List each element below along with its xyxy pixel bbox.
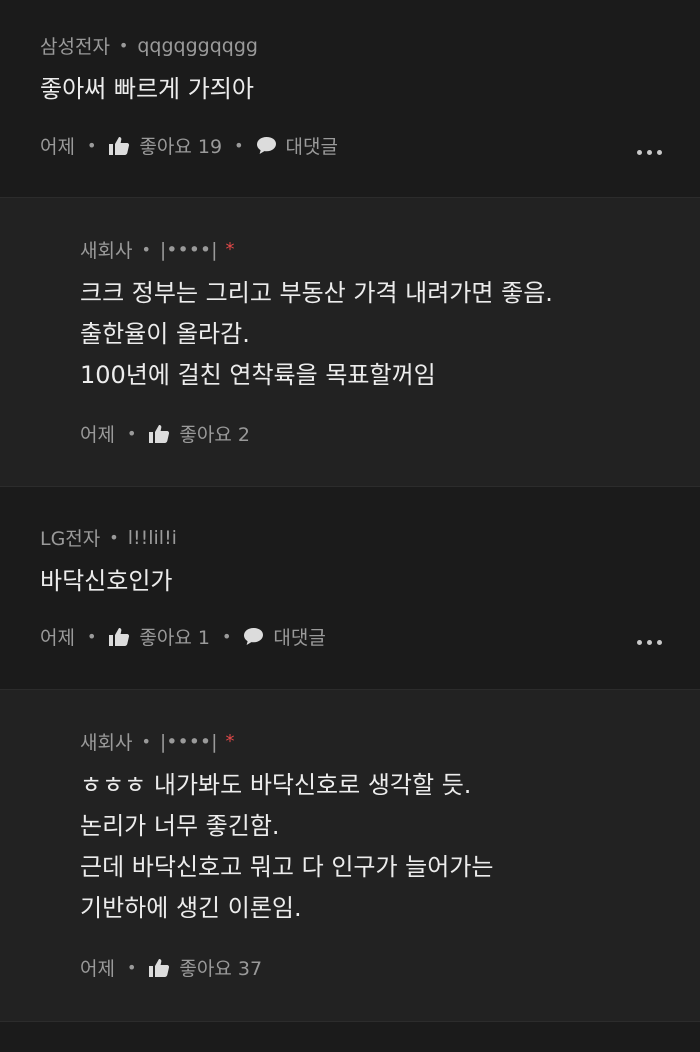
comment-body: 크크 정부는 그리고 부동산 가격 내려가면 좋음. 출한율이 올라감. 100… bbox=[80, 273, 553, 396]
speech-bubble-icon bbox=[244, 628, 264, 645]
thumbs-up-icon bbox=[149, 958, 170, 977]
comment-text-line: 출한율이 올라감. bbox=[80, 320, 250, 348]
author-badge: * bbox=[225, 731, 235, 752]
action-separator: • bbox=[86, 627, 97, 646]
reply-button[interactable]: 대댓글 bbox=[256, 132, 338, 159]
comment-actions: 어제 • 좋아요 1 • 대댓글 bbox=[40, 623, 326, 650]
author-name[interactable]: 새회사 bbox=[80, 236, 132, 263]
reply-comment: 새회사 • |••••| * ㅎㅎㅎ 내가봐도 바닥신호로 생각할 듯. 논리가… bbox=[0, 690, 700, 1022]
comment-time: 어제 bbox=[80, 958, 115, 980]
comment-body: 좋아써 빠르게 가즤아 bbox=[40, 69, 254, 110]
more-dots-icon bbox=[637, 150, 642, 155]
author-nickname[interactable]: l!!lil!i bbox=[128, 527, 177, 549]
comment-text-line: ㅎㅎㅎ 내가봐도 바닥신호로 생각할 듯. bbox=[80, 771, 472, 799]
comment-body: ㅎㅎㅎ 내가봐도 바닥신호로 생각할 듯. 논리가 너무 좋긴함. 근데 바닥신… bbox=[80, 765, 494, 929]
author-badge: * bbox=[225, 239, 235, 260]
comment-list: 삼성전자 • qqgqggqqgg 좋아써 빠르게 가즤아 어제 • 좋아요 1… bbox=[0, 0, 700, 1022]
like-button[interactable]: 좋아요 19 bbox=[108, 132, 222, 159]
more-options-button[interactable] bbox=[637, 640, 662, 645]
meta-separator: • bbox=[109, 528, 119, 547]
like-button[interactable]: 좋아요 37 bbox=[148, 954, 262, 981]
comment-text-line: 근데 바닥신호고 뭐고 다 인구가 늘어가는 bbox=[80, 853, 494, 881]
reply-comment: 새회사 • |••••| * 크크 정부는 그리고 부동산 가격 내려가면 좋음… bbox=[0, 198, 700, 487]
action-separator: • bbox=[234, 136, 244, 155]
meta-separator: • bbox=[141, 240, 151, 259]
like-count: 좋아요 19 bbox=[139, 136, 223, 158]
comment-actions: 어제 • 좋아요 19 • 대댓글 bbox=[40, 132, 338, 159]
reply-label: 대댓글 bbox=[273, 627, 326, 649]
comment-meta: 새회사 • |••••| * bbox=[80, 236, 235, 263]
comment-text-line: 바닥신호인가 bbox=[40, 567, 173, 595]
like-button[interactable]: 좋아요 2 bbox=[148, 420, 250, 447]
comment-time: 어제 bbox=[80, 424, 115, 446]
action-separator: • bbox=[86, 136, 97, 155]
more-options-button[interactable] bbox=[637, 150, 662, 155]
action-separator: • bbox=[126, 424, 137, 443]
comment-meta: LG전자 • l!!lil!i bbox=[40, 524, 177, 551]
reply-label: 대댓글 bbox=[285, 136, 338, 158]
meta-separator: • bbox=[141, 732, 151, 751]
author-name[interactable]: 새회사 bbox=[80, 728, 132, 755]
thumbs-up-icon bbox=[149, 424, 170, 443]
like-button[interactable]: 좋아요 1 bbox=[108, 623, 210, 650]
author-nickname[interactable]: |••••| bbox=[160, 731, 218, 753]
like-count: 좋아요 37 bbox=[179, 958, 263, 980]
thumbs-up-icon bbox=[109, 136, 130, 155]
comment-body: 바닥신호인가 bbox=[40, 561, 172, 602]
author-nickname[interactable]: |••••| bbox=[160, 239, 218, 261]
comment-text-line: 기반하에 생긴 이론임. bbox=[80, 894, 302, 922]
comment-time: 어제 bbox=[40, 136, 75, 158]
comment: LG전자 • l!!lil!i 바닥신호인가 어제 • 좋아요 1 • 대댓글 bbox=[0, 487, 700, 690]
comment-text-line: 논리가 너무 좋긴함. bbox=[80, 812, 280, 840]
more-dots-icon bbox=[637, 640, 642, 645]
author-nickname[interactable]: qqgqggqqgg bbox=[137, 35, 258, 57]
reply-button[interactable]: 대댓글 bbox=[243, 623, 326, 650]
like-count: 좋아요 1 bbox=[139, 627, 210, 649]
like-count: 좋아요 2 bbox=[179, 424, 250, 446]
comment-meta: 새회사 • |••••| * bbox=[80, 728, 235, 755]
comment-time: 어제 bbox=[40, 627, 75, 649]
speech-bubble-icon bbox=[256, 137, 276, 154]
action-separator: • bbox=[221, 627, 232, 646]
action-separator: • bbox=[126, 958, 137, 977]
thumbs-up-icon bbox=[109, 627, 130, 646]
meta-separator: • bbox=[118, 36, 129, 55]
comment-actions: 어제 • 좋아요 2 bbox=[80, 420, 250, 447]
comment-text-line: 크크 정부는 그리고 부동산 가격 내려가면 좋음. bbox=[80, 279, 553, 307]
comment-meta: 삼성전자 • qqgqggqqgg bbox=[40, 32, 258, 59]
author-name[interactable]: 삼성전자 bbox=[40, 32, 110, 59]
comment-text-line: 좋아써 빠르게 가즤아 bbox=[40, 75, 254, 103]
author-name[interactable]: LG전자 bbox=[40, 524, 100, 551]
comment: 삼성전자 • qqgqggqqgg 좋아써 빠르게 가즤아 어제 • 좋아요 1… bbox=[0, 0, 700, 198]
comment-actions: 어제 • 좋아요 37 bbox=[80, 954, 262, 981]
comment-text-line: 100년에 걸친 연착륙을 목표할꺼임 bbox=[80, 361, 436, 389]
